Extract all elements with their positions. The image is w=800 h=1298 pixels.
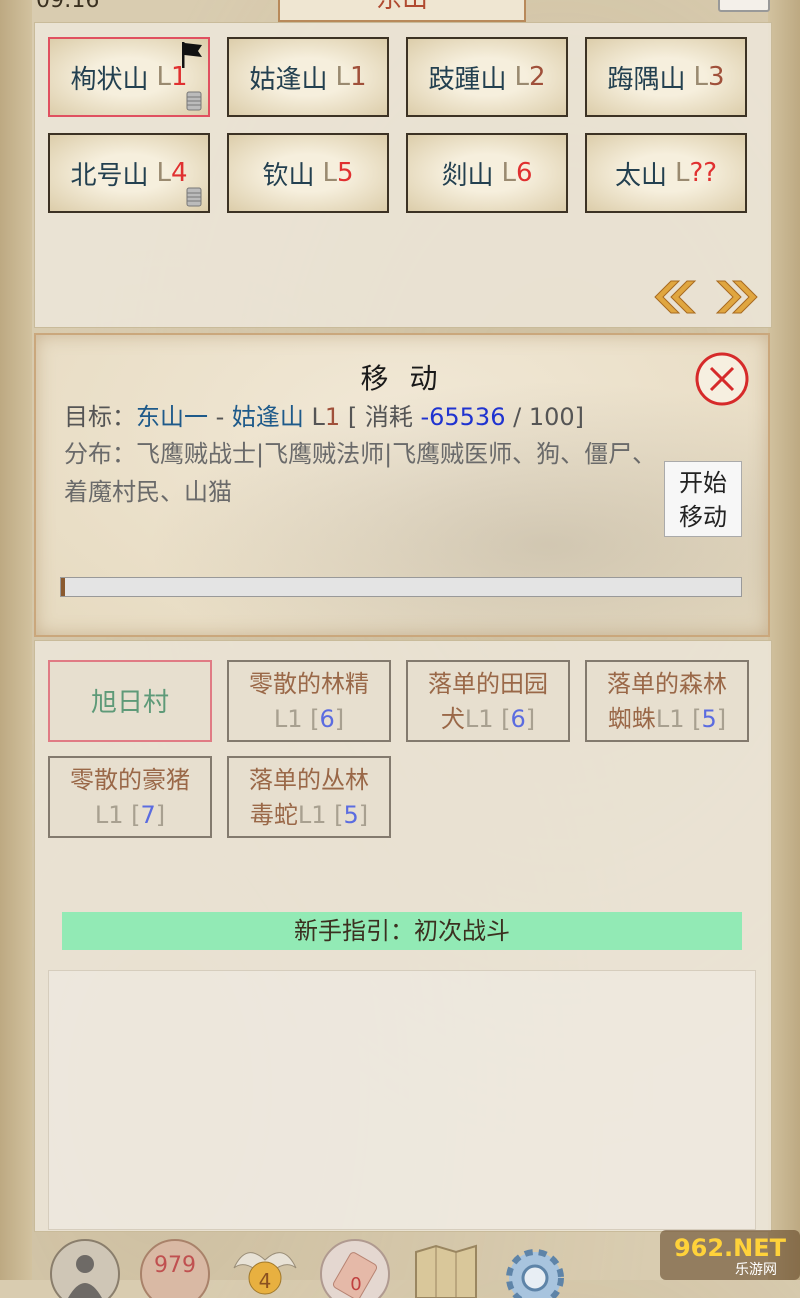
level-badge-value: 4 <box>259 1269 272 1293</box>
coin-stack-icon <box>186 91 202 111</box>
site-watermark-logo: 962.NET 乐游网 <box>660 1230 800 1280</box>
target-line: 目标：东山一 - 姑逢山 L1 [ 消耗 -65536 / 100] <box>64 403 584 431</box>
region-title-tab[interactable]: 东山 <box>278 0 526 22</box>
location-panel: 栒状山 L 1 姑逢山 L 1 跂踵山 L 2 踇隅山 L 3 北号山 L 4 钦山 L 5 剡山 L 6 … <box>34 22 772 328</box>
monster-button-1[interactable]: 落单的田园 犬L1 [6] <box>406 660 570 742</box>
scroll-badge-value: 0 <box>350 1274 361 1295</box>
monster-button-4[interactable]: 落单的丛林 毒蛇L1 [5] <box>227 756 391 838</box>
gold-badge-value: 979 <box>154 1253 196 1278</box>
battle-log-area <box>48 970 756 1230</box>
location-button-0[interactable]: 栒状山 L 1 <box>48 37 210 117</box>
status-time: 09:16 <box>36 0 100 13</box>
right-border-decoration <box>768 0 800 1280</box>
character-icon[interactable] <box>46 1238 124 1298</box>
winged-badge-icon[interactable]: 4 <box>226 1238 304 1298</box>
dialog-title: 移 动 <box>360 362 444 395</box>
location-button-3[interactable]: 踇隅山 L 3 <box>585 37 747 117</box>
close-icon[interactable] <box>694 351 750 407</box>
progress-fill <box>61 578 66 596</box>
settings-gear-icon[interactable] <box>496 1238 574 1298</box>
region-title: 东山 <box>376 0 428 14</box>
location-button-4[interactable]: 北号山 L 4 <box>48 133 210 213</box>
treasure-map-icon[interactable] <box>406 1238 484 1298</box>
gold-bag-icon[interactable]: 979 <box>136 1238 214 1298</box>
location-button-5[interactable]: 钦山 L 5 <box>227 133 389 213</box>
move-dialog: 移 动 目标：东山一 - 姑逢山 L1 [ 消耗 -65536 / 100] 分… <box>34 333 770 637</box>
location-button-1[interactable]: 姑逢山 L 1 <box>227 37 389 117</box>
scroll-icon[interactable]: 0 <box>316 1238 394 1298</box>
svg-text:962.NET: 962.NET <box>674 1234 787 1262</box>
prev-page-arrow-icon[interactable] <box>649 279 697 315</box>
location-button-6[interactable]: 剡山 L 6 <box>406 133 568 213</box>
left-border-decoration <box>0 0 32 1280</box>
tutorial-guide-bar[interactable]: 新手指引：初次战斗 <box>62 912 742 950</box>
svg-text:乐游网: 乐游网 <box>735 1262 777 1278</box>
village-button[interactable]: 旭日村 <box>48 660 212 742</box>
coin-stack-icon <box>186 187 202 207</box>
flag-icon <box>182 42 202 68</box>
location-button-7[interactable]: 太山 L?? <box>585 133 747 213</box>
monster-button-3[interactable]: 零散的豪猪 L1 [7] <box>48 756 212 838</box>
monster-button-2[interactable]: 落单的森林 蜘蛛L1 [5] <box>585 660 749 742</box>
move-progress-bar <box>60 577 742 597</box>
top-right-button[interactable] <box>718 0 770 12</box>
monster-button-0[interactable]: 零散的林精 L1 [6] <box>227 660 391 742</box>
next-page-arrow-icon[interactable] <box>715 279 763 315</box>
location-button-2[interactable]: 跂踵山 L 2 <box>406 37 568 117</box>
start-move-button[interactable]: 开始 移动 <box>664 461 742 537</box>
distribution-text: 分布：飞鹰贼战士|飞鹰贼法师|飞鹰贼医师、狗、僵尸、着魔村民、山猫 <box>64 440 657 506</box>
